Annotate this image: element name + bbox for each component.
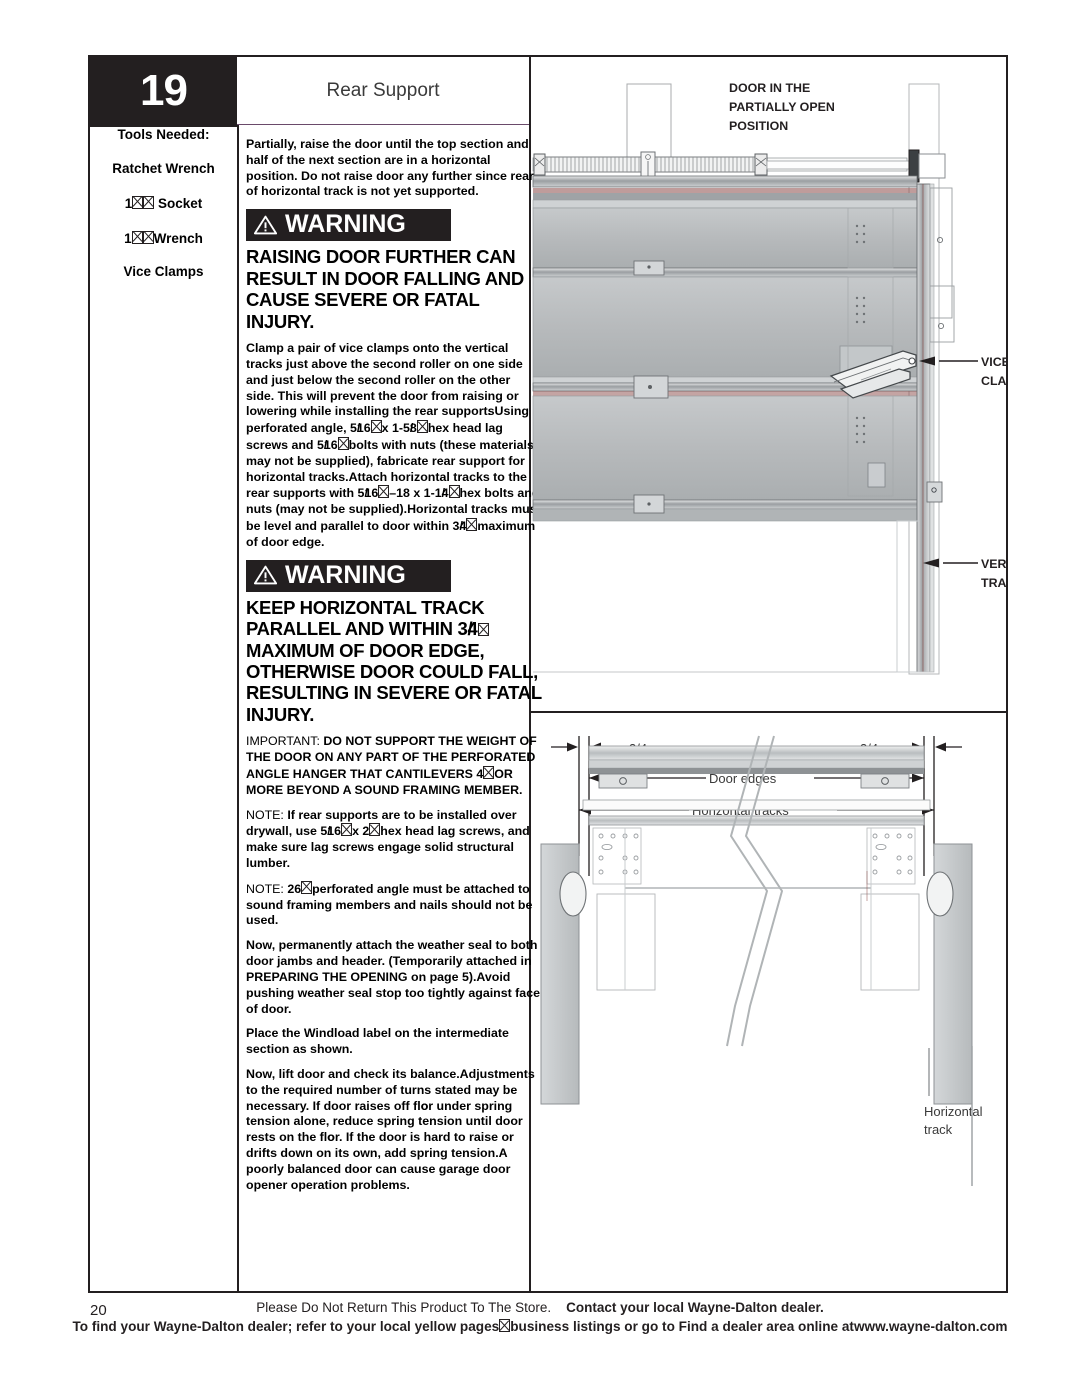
body-paragraph-2: Now, permanently attach the weather seal… bbox=[246, 938, 540, 1016]
winding-cone-right bbox=[754, 153, 768, 176]
divider-tools-instructions bbox=[237, 125, 239, 1293]
intro-paragraph: Partially, raise the door until the top … bbox=[246, 137, 534, 199]
warning-banner-1: WARNING bbox=[246, 209, 451, 242]
note-paragraph-2: NOTE: 26 perforated angle must be attache… bbox=[246, 880, 533, 928]
diagram-title-line2: PARTIALLY OPEN bbox=[729, 100, 835, 114]
svg-text:Horizontal: Horizontal bbox=[924, 1104, 983, 1119]
warning-label-1: WARNING bbox=[285, 210, 406, 239]
footer-line-1: Please Do Not Return This Product To The… bbox=[0, 1300, 1080, 1315]
tool-item-wrench: 1 Wrench bbox=[124, 230, 203, 246]
missing-glyph-icon bbox=[132, 195, 144, 209]
footer-website: www.wayne-dalton.com bbox=[853, 1319, 1008, 1334]
diagram-track-spacing: 3/4 3/4 Door edges Horizontal tracks bbox=[540, 735, 983, 1186]
instruction-column: Partially, raise the door until the top … bbox=[246, 137, 542, 1202]
tool-item-ratchet-wrench: Ratchet Wrench bbox=[112, 160, 215, 176]
footer-dealer-text-b: business listings or go to Find a dealer… bbox=[510, 1319, 854, 1334]
diagram-title-line3: POSITION bbox=[729, 119, 788, 133]
step-number-box: 19 bbox=[90, 57, 237, 125]
tool-item-vice-clamps: Vice Clamps bbox=[123, 264, 204, 280]
callout-vertical-track: VERTICAL TRACK bbox=[923, 557, 1007, 590]
svg-text:TRACK: TRACK bbox=[981, 576, 1007, 590]
warning-triangle-icon bbox=[254, 565, 277, 585]
svg-text:CLAMPS: CLAMPS bbox=[981, 374, 1007, 388]
winding-cone-left bbox=[533, 153, 546, 176]
svg-text:VICE: VICE bbox=[981, 355, 1007, 369]
divider-between-diagrams bbox=[531, 711, 1006, 713]
note-paragraph-1: NOTE: If rear supports are to be install… bbox=[246, 807, 530, 871]
diagram-door-partially-open: DOOR IN THE PARTIALLY OPEN POSITION VICE… bbox=[532, 81, 1007, 675]
diagram-title-line1: DOOR IN THE bbox=[729, 81, 810, 95]
footer-return-text: Please Do Not Return This Product To The… bbox=[256, 1300, 552, 1315]
body-paragraph-4: Now, lift door and check its balance. Ad… bbox=[246, 1066, 535, 1192]
important-label: IMPORTANT: bbox=[246, 734, 320, 749]
right-roller bbox=[926, 871, 954, 917]
footer-dealer-text-a: To find your Wayne-Dalton dealer; refer … bbox=[72, 1319, 500, 1334]
warning-text-1: RAISING DOOR FURTHER CAN RESULT IN DOOR … bbox=[246, 246, 524, 332]
tools-list: Tools Needed: Ratchet Wrench 1 Socket 1W… bbox=[90, 127, 237, 299]
footer: Please Do Not Return This Product To The… bbox=[0, 1300, 1080, 1334]
tool-item-socket: 1 Socket bbox=[124, 195, 203, 211]
footer-line-2: To find your Wayne-Dalton dealer; refer … bbox=[0, 1319, 1080, 1334]
warning-label-2: WARNING bbox=[285, 560, 406, 589]
center-bearing-bracket bbox=[640, 151, 656, 178]
hanger-plate-left bbox=[592, 827, 656, 991]
step-title: Rear Support bbox=[237, 57, 529, 125]
step-number: 19 bbox=[140, 66, 188, 115]
footer-contact-text: Contact your local Wayne-Dalton dealer. bbox=[566, 1300, 824, 1315]
svg-text:VERTICAL: VERTICAL bbox=[981, 557, 1007, 571]
important-paragraph: IMPORTANT: DO NOT SUPPORT THE WEIGHT OF … bbox=[246, 734, 537, 797]
warning-text-2: KEEP HORIZONTAL TRACK PARALLEL AND WITHI… bbox=[246, 596, 542, 725]
warning-banner-2: WARNING bbox=[246, 559, 451, 592]
note-label: NOTE: bbox=[246, 881, 284, 896]
missing-glyph-icon bbox=[131, 230, 143, 244]
missing-glyph-icon bbox=[499, 1319, 511, 1332]
tools-heading: Tools Needed: bbox=[117, 127, 210, 142]
svg-text:track: track bbox=[924, 1122, 953, 1137]
vertical-track bbox=[916, 183, 955, 673]
warning-triangle-icon bbox=[254, 215, 277, 235]
note-label: NOTE: bbox=[246, 807, 284, 822]
door-sections bbox=[532, 175, 918, 522]
missing-glyph-icon bbox=[143, 195, 155, 209]
left-roller bbox=[559, 871, 587, 917]
hanger-plate-right bbox=[860, 827, 920, 991]
body-paragraph-3: Place the Windload label on the intermed… bbox=[246, 1026, 509, 1057]
body-paragraph-1: Clamp a pair of vice clamps onto the ver… bbox=[246, 341, 541, 549]
missing-glyph-icon bbox=[142, 230, 154, 244]
